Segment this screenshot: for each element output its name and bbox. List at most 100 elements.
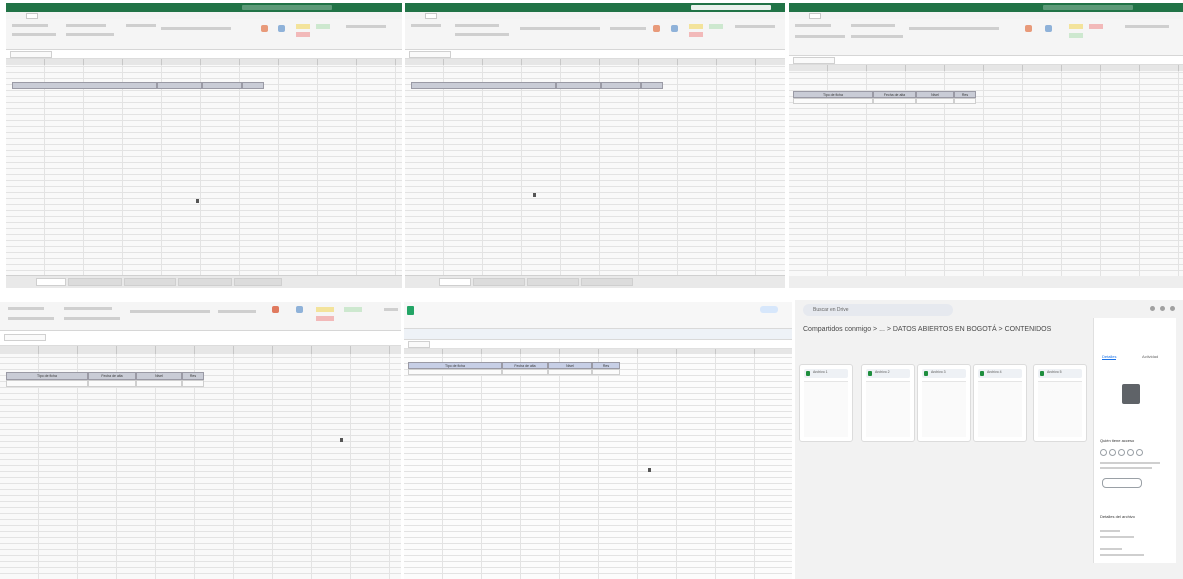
font-format-buttons[interactable] — [455, 33, 509, 36]
tab-home[interactable] — [809, 12, 821, 19]
header-cell[interactable]: Res — [182, 372, 204, 380]
header-cell[interactable] — [202, 82, 242, 89]
wrap-merge-group[interactable] — [520, 27, 600, 30]
cell-grid[interactable] — [0, 354, 401, 579]
sheet-tab[interactable] — [124, 278, 176, 286]
header-cell[interactable]: Fecha de alta — [88, 372, 136, 380]
file-card[interactable]: Archivo 5 — [1033, 364, 1087, 442]
conditional-format-icon[interactable] — [653, 25, 660, 32]
clipboard-group[interactable] — [12, 24, 48, 27]
style-bad[interactable] — [316, 316, 334, 321]
file-card[interactable]: Archivo 4 — [973, 364, 1027, 442]
cell-grid[interactable] — [404, 354, 792, 579]
header-cell[interactable]: Tipo de ficha — [408, 362, 502, 369]
header-cell[interactable]: Nivel — [548, 362, 592, 369]
header-cell[interactable]: Res — [592, 362, 620, 369]
font-format-buttons[interactable] — [66, 33, 114, 36]
conditional-format-icon[interactable] — [261, 25, 268, 32]
table-cell[interactable] — [916, 98, 954, 104]
header-cell[interactable] — [411, 82, 556, 89]
table-cell[interactable] — [88, 380, 136, 387]
sheet-tab[interactable] — [234, 278, 282, 286]
tab-home[interactable] — [26, 12, 38, 19]
clipboard-group[interactable] — [8, 307, 44, 310]
number-format-group[interactable] — [218, 310, 256, 313]
drive-search-input[interactable]: Buscar en Drive — [803, 304, 953, 316]
table-cell[interactable] — [873, 98, 916, 104]
header-cell[interactable] — [556, 82, 601, 89]
style-neutral[interactable] — [296, 24, 310, 29]
table-cell[interactable] — [954, 98, 976, 104]
clipboard-group[interactable] — [795, 24, 831, 27]
sheet-tab[interactable] — [68, 278, 122, 286]
style-neutral[interactable] — [689, 24, 703, 29]
title-search-box[interactable] — [691, 5, 771, 10]
avatar[interactable] — [1170, 306, 1175, 311]
number-format-group[interactable] — [610, 27, 646, 30]
style-bad[interactable] — [296, 32, 310, 37]
header-cell[interactable]: Fecha de alta — [873, 91, 916, 98]
help-icon[interactable] — [1150, 306, 1155, 311]
sheet-tab[interactable] — [527, 278, 579, 286]
wrap-merge-group[interactable] — [130, 310, 210, 313]
paste-options[interactable] — [8, 317, 54, 320]
header-cell[interactable] — [157, 82, 202, 89]
font-family-select[interactable] — [851, 24, 895, 27]
cells-group[interactable] — [346, 25, 386, 28]
font-family-select[interactable] — [66, 24, 106, 27]
sheet-tab[interactable] — [473, 278, 525, 286]
table-cell[interactable] — [793, 98, 873, 104]
wrap-merge-group[interactable] — [909, 27, 999, 30]
title-search-box[interactable] — [1043, 5, 1133, 10]
paste-options[interactable] — [795, 35, 845, 38]
conditional-format-icon[interactable] — [272, 306, 279, 313]
tab-home[interactable] — [425, 12, 437, 19]
table-cell[interactable] — [502, 369, 548, 375]
sheet-tab[interactable] — [439, 278, 471, 286]
name-box[interactable] — [10, 51, 52, 58]
wrap-merge-group[interactable] — [161, 27, 231, 30]
tab-activity[interactable]: Actividad — [1142, 354, 1158, 359]
font-family-select[interactable] — [64, 307, 112, 310]
alignment-group[interactable] — [126, 24, 156, 27]
cell-grid[interactable] — [6, 65, 402, 276]
cells-group[interactable] — [735, 25, 775, 28]
share-button[interactable] — [760, 306, 778, 313]
file-card[interactable]: Archivo 2 — [861, 364, 915, 442]
manage-access-button[interactable] — [1102, 478, 1142, 488]
header-cell[interactable] — [242, 82, 264, 89]
name-box[interactable] — [4, 334, 46, 341]
header-cell[interactable]: Tipo de ficha — [6, 372, 88, 380]
header-cell[interactable]: Nivel — [916, 91, 954, 98]
cells-group[interactable] — [384, 308, 398, 311]
paste-options[interactable] — [12, 33, 56, 36]
title-search-box[interactable] — [242, 5, 332, 10]
sheet-tab[interactable] — [581, 278, 633, 286]
header-cell[interactable] — [601, 82, 641, 89]
font-family-select[interactable] — [455, 24, 499, 27]
header-cell[interactable]: Fecha de alta — [502, 362, 548, 369]
format-table-icon[interactable] — [1045, 25, 1052, 32]
table-cell[interactable] — [136, 380, 182, 387]
font-format-buttons[interactable] — [851, 35, 903, 38]
table-row[interactable] — [408, 369, 620, 375]
style-good[interactable] — [344, 307, 362, 312]
cell-grid[interactable] — [405, 65, 785, 276]
table-row[interactable] — [6, 380, 204, 387]
style-bad[interactable] — [1089, 24, 1103, 29]
format-table-icon[interactable] — [671, 25, 678, 32]
conditional-format-icon[interactable] — [1025, 25, 1032, 32]
cells-group[interactable] — [1125, 25, 1169, 28]
format-table-icon[interactable] — [278, 25, 285, 32]
name-box[interactable] — [408, 341, 430, 348]
sheets-toolbar[interactable] — [404, 329, 792, 340]
header-cell[interactable]: Tipo de ficha — [793, 91, 873, 98]
table-cell[interactable] — [6, 380, 88, 387]
header-cell[interactable] — [12, 82, 157, 89]
table-row[interactable] — [793, 98, 976, 104]
font-format-buttons[interactable] — [64, 317, 120, 320]
breadcrumb[interactable]: Compartidos conmigo > ... > DATOS ABIERT… — [803, 326, 1051, 333]
tab-details[interactable]: Detalles — [1102, 354, 1117, 360]
style-neutral[interactable] — [316, 307, 334, 312]
table-cell[interactable] — [592, 369, 620, 375]
